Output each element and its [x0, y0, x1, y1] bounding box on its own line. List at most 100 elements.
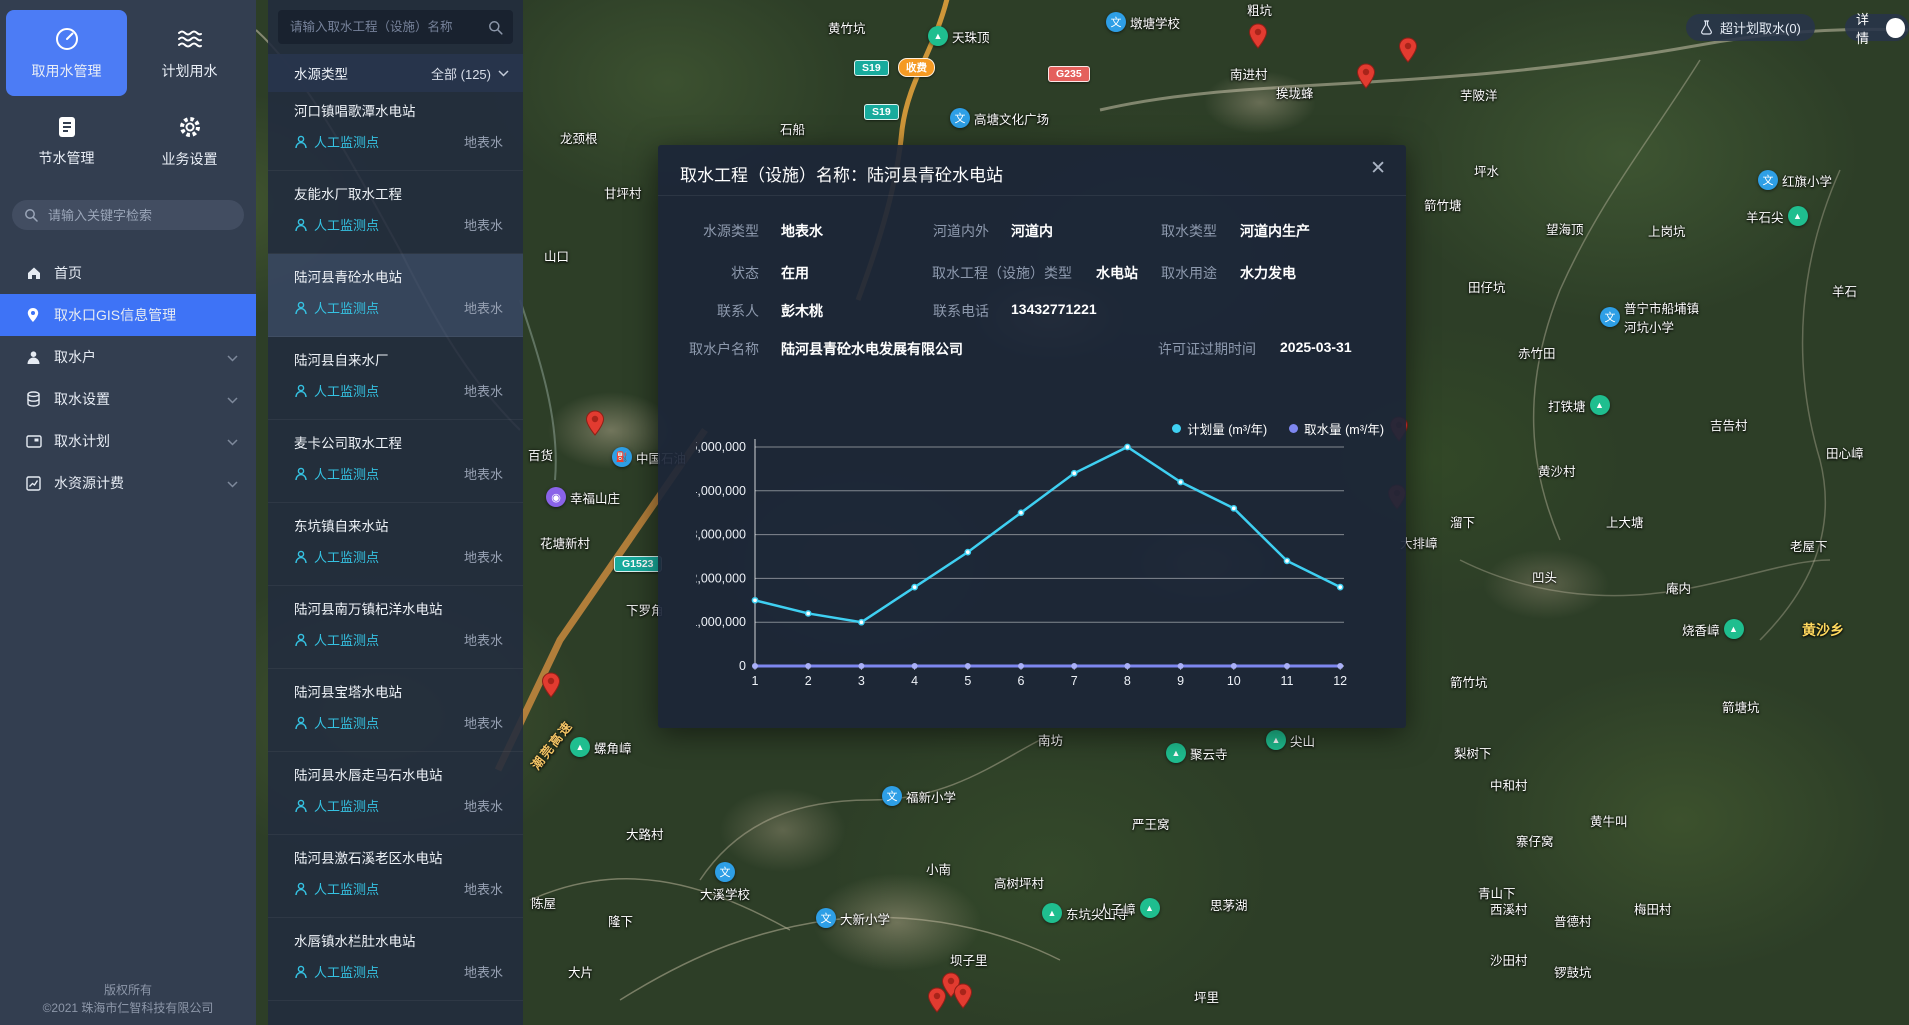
facility-search-input[interactable]	[288, 19, 488, 35]
filter-value: 全部 (125)	[431, 64, 491, 83]
list-item[interactable]: 水唇镇水栏肚水电站 人工监测点 地表水	[268, 918, 523, 1001]
school-poi-icon: 文	[1758, 170, 1778, 190]
map-place-label: 黄竹坑	[828, 22, 866, 38]
map-poi: 打铁塘▲	[1548, 395, 1610, 415]
monitor-type: 人工监测点	[314, 464, 379, 483]
svg-text:3,000,000: 3,000,000	[696, 528, 746, 542]
svg-text:0: 0	[739, 659, 746, 673]
sidebar-search[interactable]	[12, 200, 244, 230]
person-icon	[294, 965, 308, 979]
school-poi-icon: 文	[882, 786, 902, 806]
detail-field: 取水用途 水力发电	[658, 263, 1406, 283]
list-item[interactable]: 东坑镇自来水站 人工监测点 地表水	[268, 503, 523, 586]
list-item[interactable]: 友能水厂取水工程 人工监测点 地表水	[268, 171, 523, 254]
person-icon	[294, 384, 308, 398]
water-source-type: 地表水	[464, 630, 503, 649]
list-item[interactable]: 河口镇唱歌潭水电站 人工监测点 地表水	[268, 88, 523, 171]
sidebar-search-input[interactable]	[46, 207, 232, 224]
search-icon	[488, 20, 503, 35]
sidebar-item-intake-plan[interactable]: 取水计划	[0, 420, 256, 462]
tile-water-intake-management[interactable]: 取用水管理	[6, 10, 127, 96]
list-item[interactable]: 陆河县水唇走马石水电站 人工监测点 地表水	[268, 752, 523, 835]
map-place-label: 沙田村	[1490, 954, 1528, 970]
flask-icon	[1700, 20, 1713, 35]
map-poi: ▲天珠顶	[928, 26, 990, 46]
list-item[interactable]: 陆河县宝塔水电站 人工监测点 地表水	[268, 669, 523, 752]
water-source-type: 地表水	[464, 547, 503, 566]
sidebar-item-gis-management[interactable]: 取水口GIS信息管理	[0, 294, 256, 336]
svg-text:12: 12	[1333, 674, 1347, 688]
person-icon	[294, 882, 308, 896]
map-poi: 文红旗小学	[1758, 170, 1832, 190]
mountain-poi-icon: ▲	[1724, 619, 1744, 639]
svg-text:5,000,000: 5,000,000	[696, 440, 746, 454]
list-item[interactable]: 麦卡公司取水工程 人工监测点 地表水	[268, 420, 523, 503]
list-item[interactable]: 陆河县青砼水电站 人工监测点 地表水	[268, 254, 523, 337]
tile-water-saving-management[interactable]: 节水管理	[6, 98, 127, 184]
list-item[interactable]: 陆河县激石溪老区水电站 人工监测点 地表水	[268, 835, 523, 918]
list-item[interactable]: 陆河县自来水厂 人工监测点 地表水	[268, 337, 523, 420]
over-plan-intake-button[interactable]: 超计划取水(0)	[1686, 14, 1815, 41]
card-icon	[26, 433, 42, 449]
svg-text:6: 6	[1018, 674, 1025, 688]
map-place-label: 思茅湖	[1210, 899, 1248, 915]
monitor-type: 人工监测点	[314, 796, 379, 815]
map-poi: 文墩塘学校	[1106, 12, 1180, 32]
map-poi: 文大新小学	[816, 908, 890, 928]
sidebar-item-water-users[interactable]: 取水户	[0, 336, 256, 378]
monitor-type: 人工监测点	[314, 547, 379, 566]
map-place-label: 坪里	[1194, 991, 1219, 1007]
map-place-label: 山口	[544, 250, 569, 266]
svg-text:4: 4	[911, 674, 918, 688]
svg-text:3: 3	[858, 674, 865, 688]
map-place-label: 梨树下	[1454, 747, 1492, 763]
monitor-type: 人工监测点	[314, 132, 379, 151]
field-value: 河道内生产	[1240, 221, 1310, 241]
water-source-type: 地表水	[464, 713, 503, 732]
monitor-type: 人工监测点	[314, 298, 379, 317]
detail-field: 取水类型 河道内生产	[658, 221, 1406, 241]
sidebar-item-home[interactable]: 首页	[0, 252, 256, 294]
close-icon[interactable]: ✕	[1370, 157, 1386, 180]
nav-tiles: 取用水管理 计划用水 节水管理	[0, 0, 256, 184]
modal-title: 取水工程（设施）名称：陆河县青砼水电站	[680, 161, 1003, 186]
person-icon	[294, 301, 308, 315]
detail-field: 联系电话 13432771221	[658, 301, 1406, 321]
field-label: 取水类型	[1088, 221, 1217, 241]
red-pin-marker	[541, 672, 561, 698]
field-label: 联系电话	[868, 301, 989, 321]
mountain-poi-icon: ▲	[1266, 730, 1286, 750]
map-place-label: 羊石	[1832, 285, 1857, 301]
person-icon	[294, 633, 308, 647]
facility-name: 陆河县激石溪老区水电站	[294, 847, 503, 867]
list-item[interactable]: 陆河县南万镇杞洋水电站 人工监测点 地表水	[268, 586, 523, 669]
map-place-label: 西溪村	[1490, 903, 1528, 919]
filter-dropdown[interactable]: 全部 (125)	[431, 64, 509, 83]
red-pin-marker	[927, 987, 947, 1013]
map-place-label: 望海顶	[1546, 223, 1584, 239]
chevron-down-icon	[498, 70, 509, 77]
sidebar-item-intake-settings[interactable]: 取水设置	[0, 378, 256, 420]
map-place-label: 龙颈根	[560, 132, 598, 148]
tile-planned-water-use[interactable]: 计划用水	[129, 10, 250, 96]
home-icon	[26, 265, 42, 281]
school-poi-icon: 文	[950, 108, 970, 128]
map-place-label: 老屋下	[1790, 540, 1828, 556]
waves-icon	[176, 26, 204, 52]
detail-toggle[interactable]: 详情	[1845, 14, 1909, 41]
map-place-label: 青山下	[1478, 887, 1516, 903]
monitor-type: 人工监测点	[314, 962, 379, 981]
sidebar-item-water-billing[interactable]: 水资源计费	[0, 462, 256, 504]
facility-search[interactable]	[278, 10, 513, 44]
map-poi: 文普宁市船埔镇 河坑小学	[1600, 298, 1699, 336]
svg-text:7: 7	[1071, 674, 1078, 688]
tile-business-settings[interactable]: 业务设置	[129, 98, 250, 184]
map-place-label: 隆下	[608, 915, 633, 931]
sidebar-item-label: 取水口GIS信息管理	[54, 305, 176, 325]
map-poi: ▲聚云寺	[1166, 743, 1228, 763]
filter-label: 水源类型	[294, 63, 348, 83]
tile-label: 取用水管理	[32, 61, 102, 81]
gas-station-poi-icon: ⛽	[612, 447, 632, 467]
facility-name: 河口镇唱歌潭水电站	[294, 100, 503, 120]
map-place-label: 严王窝	[1132, 818, 1170, 834]
